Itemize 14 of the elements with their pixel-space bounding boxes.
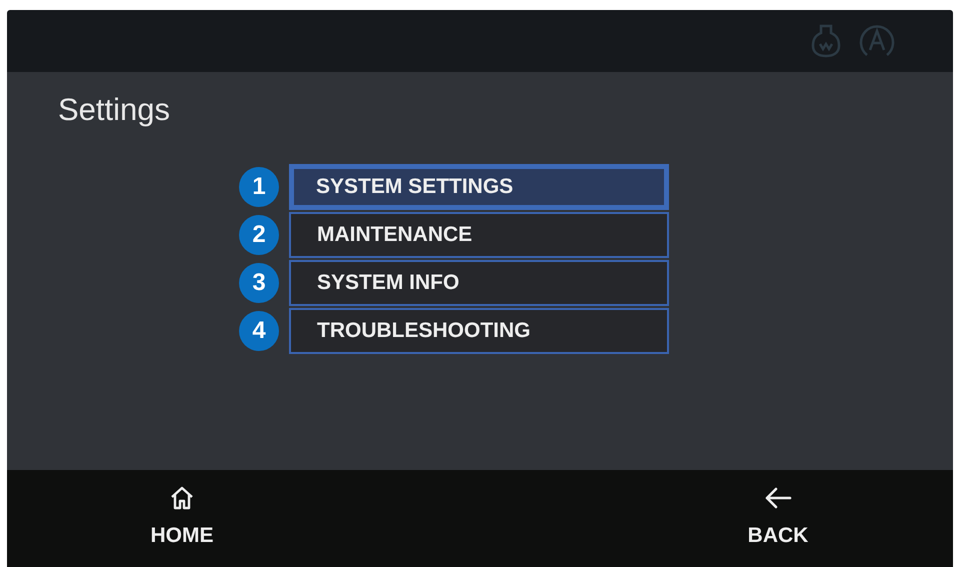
home-icon bbox=[169, 486, 195, 510]
bottle-icon bbox=[811, 23, 841, 59]
back-arrow-icon bbox=[763, 486, 793, 510]
menu-item[interactable]: TROUBLESHOOTING bbox=[289, 308, 669, 354]
home-button[interactable]: HOME bbox=[137, 470, 227, 567]
menu-item[interactable]: SYSTEM SETTINGS bbox=[289, 164, 669, 210]
number-badge: 4 bbox=[239, 311, 279, 351]
number-badge: 3 bbox=[239, 263, 279, 303]
menu-item[interactable]: MAINTENANCE bbox=[289, 212, 669, 258]
back-button[interactable]: BACK bbox=[733, 470, 823, 567]
number-badge: 1 bbox=[239, 167, 279, 207]
page-title: Settings bbox=[58, 91, 170, 129]
number-badge: 2 bbox=[239, 215, 279, 255]
menu-item[interactable]: SYSTEM INFO bbox=[289, 260, 669, 306]
